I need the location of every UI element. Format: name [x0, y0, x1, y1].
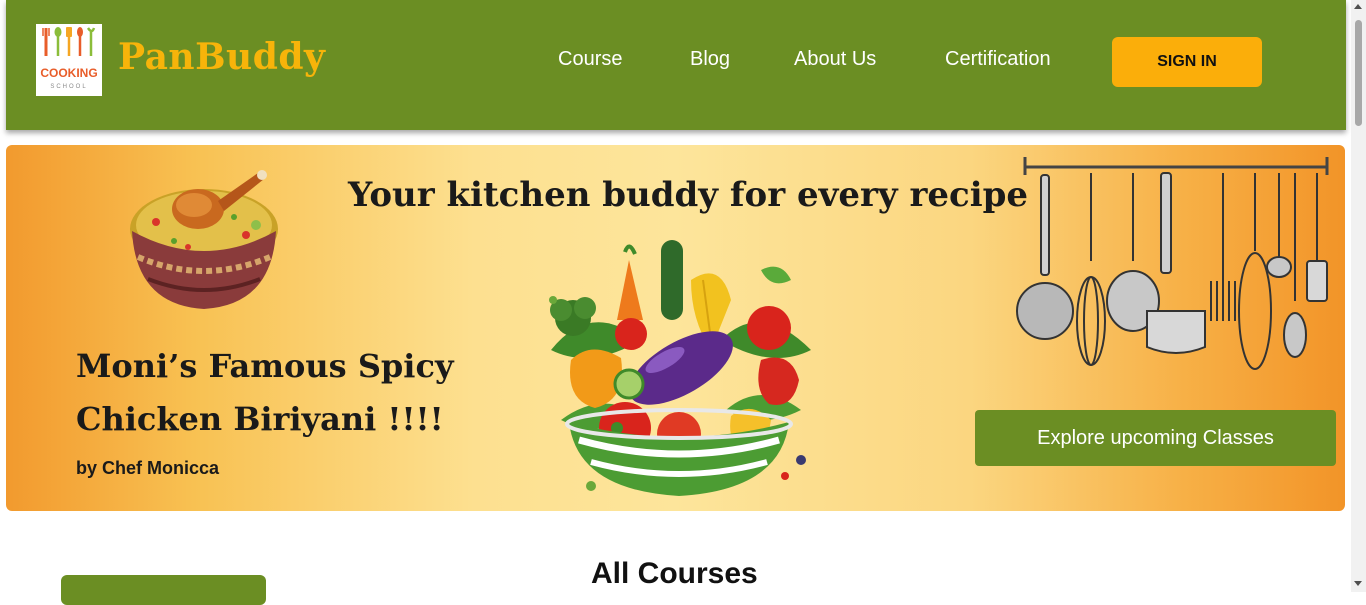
explore-classes-button[interactable]: Explore upcoming Classes: [975, 410, 1336, 466]
page-scrollbar[interactable]: [1351, 0, 1366, 592]
brand-logo[interactable]: COOKING SCHOOL: [36, 24, 102, 96]
all-courses-heading: All Courses: [591, 557, 758, 590]
logo-text-top: COOKING: [40, 66, 97, 80]
biryani-bowl-image: [130, 170, 278, 309]
nav-link-about-us[interactable]: About Us: [794, 48, 876, 71]
vegetable-bowl-image: [549, 240, 811, 496]
cooking-school-logo-icon: COOKING SCHOOL: [40, 27, 98, 90]
brand-name[interactable]: PanBuddy: [118, 36, 325, 78]
sign-in-button[interactable]: SIGN IN: [1112, 37, 1262, 87]
nav-link-blog[interactable]: Blog: [690, 48, 730, 71]
hero-tagline: Your kitchen buddy for every recipe: [348, 175, 1029, 215]
scroll-down-arrow-icon[interactable]: [1354, 581, 1362, 586]
logo-text-bottom: SCHOOL: [50, 84, 87, 90]
hero-banner: Your kitchen buddy for every recipe Moni…: [6, 145, 1345, 511]
scrollbar-thumb[interactable]: [1355, 20, 1362, 126]
sidebar-filter-button[interactable]: [61, 575, 266, 605]
featured-dish-title-line2: Chicken Biriyani !!!!: [76, 400, 444, 438]
featured-dish-title-line1: Moni’s Famous Spicy: [76, 347, 454, 385]
top-navbar: COOKING SCHOOL PanBuddy Course Blog Abou…: [6, 0, 1346, 130]
scroll-up-arrow-icon[interactable]: [1354, 4, 1362, 9]
hanging-utensils-image: [1016, 157, 1329, 370]
nav-link-course[interactable]: Course: [558, 48, 622, 71]
nav-link-certification[interactable]: Certification: [945, 48, 1051, 71]
chef-name: by Chef Monicca: [76, 458, 220, 478]
